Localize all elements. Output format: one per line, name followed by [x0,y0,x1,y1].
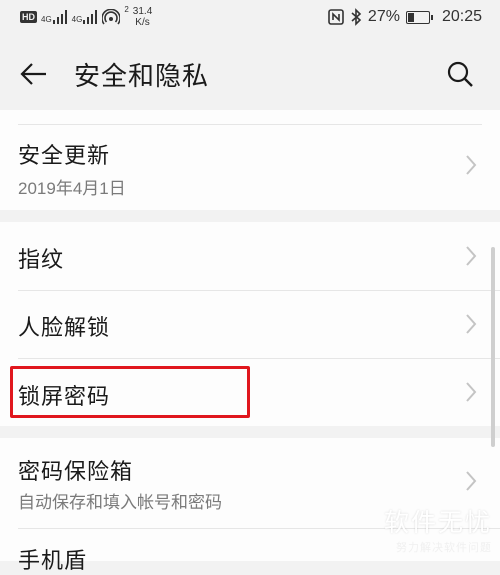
watermark: 软件无忧 努力解决软件问题 [384,503,492,555]
network-type-label: 4G [41,15,52,24]
hotspot-icon [102,9,121,25]
item-title: 密码保险箱 [18,460,134,485]
clock: 20:25 [441,8,482,25]
hotspot-count: 2 [124,5,129,14]
scrollbar[interactable] [491,247,495,447]
signal-icon [52,10,67,24]
settings-group-updates: 安全更新 2019年4月1日 [0,110,500,210]
item-subtitle: 自动保存和填入帐号和密码 [18,493,222,512]
hd-badge: HD [20,11,37,23]
battery-percent: 27% [367,8,400,25]
chevron-right-icon [466,314,477,334]
status-bar: HD 4G 4G 2 31.4 K/s 27% 20:25 [0,0,500,38]
signal-group-2: 4G [72,10,99,24]
watermark-subtitle: 努力解决软件问题 [396,541,492,554]
item-subtitle: 2019年4月1日 [18,179,126,198]
item-title: 人脸解锁 [18,316,111,341]
item-title: 手机盾 [18,549,88,574]
highlight-annotation [10,366,250,418]
chevron-right-icon [466,471,477,491]
search-button[interactable] [440,54,480,94]
status-left: HD 4G 4G 2 31.4 K/s [20,6,152,28]
fingerprint-item[interactable]: 指纹 [0,222,500,290]
item-title: 安全更新 [18,144,111,169]
signal-group-1: 4G [41,10,68,24]
chevron-right-icon [466,155,477,175]
watermark-title: 软件无忧 [383,508,492,537]
speed-value: 31.4 [132,6,153,17]
signal-icon [83,10,98,24]
bluetooth-icon [351,8,362,26]
face-unlock-item[interactable]: 人脸解锁 [0,291,500,358]
battery-fill [407,12,414,22]
status-right: 27% 20:25 [328,8,482,26]
chevron-right-icon [466,382,477,402]
battery-icon [405,10,433,24]
network-speed: 31.4 K/s [133,6,152,28]
item-title: 指纹 [18,248,65,273]
search-icon [447,61,473,87]
chevron-right-icon [466,246,477,266]
app-bar: 安全和隐私 [0,38,500,110]
network-type-label: 4G [71,15,83,24]
nfc-icon [328,9,344,25]
back-button[interactable] [14,54,54,94]
arrow-left-icon [20,63,46,85]
speed-unit: K/s [135,17,150,28]
security-update-item[interactable]: 安全更新 2019年4月1日 [0,124,500,210]
page-title: 安全和隐私 [74,62,210,92]
